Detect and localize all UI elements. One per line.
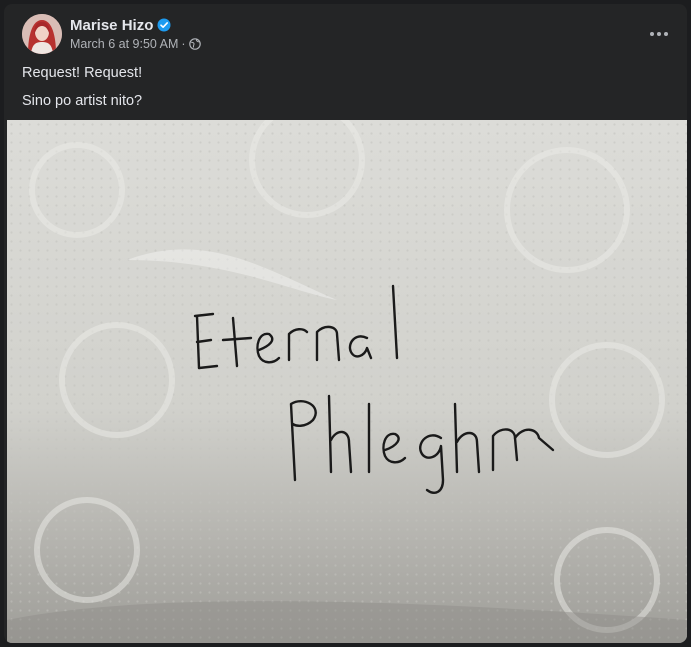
post-meta: March 6 at 9:50 AM ·: [70, 36, 201, 52]
more-options-button[interactable]: [643, 18, 675, 50]
more-horizontal-icon: [650, 32, 668, 36]
post-timestamp[interactable]: March 6 at 9:50 AM: [70, 37, 178, 51]
globe-icon[interactable]: [188, 38, 201, 50]
post-text: Request! Request! Sino po artist nito?: [22, 64, 662, 120]
post-card: Marise Hizo March 6 at 9:50 AM · Request…: [4, 4, 687, 643]
paper-towel-photo: [7, 120, 687, 643]
meta-separator: ·: [181, 37, 186, 51]
author-row: Marise Hizo: [70, 15, 171, 35]
author-name[interactable]: Marise Hizo: [70, 17, 153, 34]
avatar[interactable]: [22, 14, 62, 54]
avatar-image: [22, 14, 62, 54]
post-text-line: Request! Request!: [22, 65, 143, 81]
post-text-line: Sino po artist nito?: [22, 93, 143, 109]
verified-badge-icon: [157, 18, 171, 32]
post-photo[interactable]: [7, 120, 687, 643]
post-header: Marise Hizo March 6 at 9:50 AM ·: [4, 4, 687, 64]
